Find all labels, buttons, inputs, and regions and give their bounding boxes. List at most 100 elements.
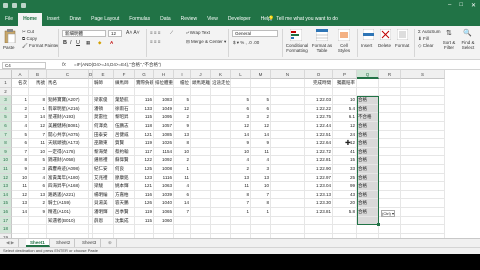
cell-n13[interactable] [271,182,305,191]
cell-c7[interactable]: 開心共享(A075) [47,130,89,140]
cell-r6[interactable] [379,122,401,131]
cell-a4[interactable]: 2 [12,104,29,114]
row-header[interactable]: 1 [0,79,12,88]
italic-button[interactable]: I [70,40,72,46]
cell-g8[interactable]: 119 [135,139,154,148]
cell-a10[interactable]: 8 [12,156,29,165]
cell-l11[interactable]: 2 [231,165,251,174]
cell-i15[interactable]: 14 [174,199,191,208]
cell-a12[interactable]: 10 [12,173,29,183]
cell-l12[interactable]: 13 [231,173,251,183]
cell-styles-icon[interactable] [338,29,350,41]
cell-m13[interactable]: 10 [251,182,271,191]
cell-a3[interactable]: 1 [12,96,29,105]
cell-f12[interactable]: 廖康銘 [114,173,135,183]
column-header-c[interactable]: C [47,70,89,79]
cell-f2[interactable] [114,87,135,97]
fill-handle[interactable] [377,223,380,227]
cell-o9[interactable]: 1:22.72 [305,147,333,157]
cell-i5[interactable]: 2 [174,113,191,122]
cell-q16[interactable]: 合格 [357,208,379,217]
column-header-e[interactable]: E [93,70,114,79]
underline-button[interactable]: U [76,40,80,46]
cell-m17[interactable] [251,216,271,226]
cell-r13[interactable] [379,182,401,191]
find-select-icon[interactable]: 🔍 [463,29,472,37]
cell-b1[interactable]: 馬號 [29,79,47,88]
row-header[interactable]: 3 [0,96,12,105]
cell-f1[interactable]: 練馬師 [114,79,135,88]
sheet-tab-sheet3[interactable]: Sheet3 [78,239,102,247]
cell-c4[interactable]: 翡翠明星(A216) [47,104,89,114]
paste-options-button[interactable]: (Ctrl) ▾ [381,209,395,217]
cell-p11[interactable]: 33 [333,165,357,174]
cell-s16[interactable] [401,208,445,217]
cell-o1[interactable]: 完成時間 [305,79,333,88]
cell-r11[interactable] [379,165,401,174]
cell-e11[interactable]: 紀仁安 [93,165,114,174]
cell-a17[interactable] [12,216,29,226]
paste-label[interactable]: Paste [3,45,15,50]
delete-cells-icon[interactable] [380,29,391,40]
sheet-nav-arrows[interactable]: ◀ ▶ [2,239,20,247]
cell-c1[interactable]: 馬名 [47,79,89,88]
cell-o5[interactable]: 1:22.75 [305,113,333,122]
cell-m1[interactable] [251,79,271,88]
cell-m9[interactable]: 11 [251,147,271,157]
column-header-g[interactable]: G [135,70,154,79]
cell-h10[interactable]: 1092 [154,156,174,165]
font-size-select[interactable]: 12 [108,30,122,37]
cell-k7[interactable] [211,130,231,140]
cell-o15[interactable]: 1:23.30 [305,199,333,208]
tab-page-layout[interactable]: Page Layout [86,13,124,26]
cell-f14[interactable]: 方嘉柏 [114,190,135,200]
font-grow-shrink[interactable]: A˄ A˅ [126,30,140,36]
cell-r5[interactable] [379,113,401,122]
cell-n16[interactable] [271,208,305,217]
cell-s6[interactable] [401,122,445,131]
cell-o12[interactable]: 1:22.97 [305,173,333,183]
cell-g3[interactable]: 116 [135,96,154,105]
cell-a5[interactable]: 3 [12,113,29,122]
cell-i10[interactable]: 2 [174,156,191,165]
cell-s12[interactable] [401,173,445,183]
cell-j16[interactable] [191,208,211,217]
cell-l17[interactable] [231,216,251,226]
cell-o17[interactable] [305,216,333,226]
cell-j11[interactable] [191,165,211,174]
cell-i14[interactable]: 6 [174,190,191,200]
cell-n18[interactable] [271,225,305,234]
column-header-q[interactable]: Q [357,70,379,79]
cell-c9[interactable]: 一定得(A178) [47,147,89,157]
cell-k18[interactable] [211,225,231,234]
cell-r17[interactable] [379,216,401,226]
cell-e15[interactable]: 貝湯美 [93,199,114,208]
cell-i12[interactable]: 11 [174,173,191,183]
cell-q2[interactable] [357,87,379,97]
cell-p12[interactable]: 25 [333,173,357,183]
cell-n11[interactable] [271,165,305,174]
cell-o4[interactable]: 1:22.22 [305,104,333,114]
cell-q9[interactable]: 合格 [357,147,379,157]
cell-k5[interactable] [211,113,231,122]
cell-c16[interactable]: 精進(A101) [47,208,89,217]
cell-l9[interactable]: 10 [231,147,251,157]
cell-a6[interactable]: 4 [12,122,29,131]
cell-l3[interactable]: 5 [231,96,251,105]
column-header-r[interactable]: R [379,70,401,79]
cell-a14[interactable]: 12 [12,190,29,200]
cell-q15[interactable]: 合格 [357,199,379,208]
cell-g18[interactable] [135,225,154,234]
cell-s18[interactable] [401,225,445,234]
cell-p14[interactable]: 43 [333,190,357,200]
cell-h4[interactable]: 1049 [154,104,174,114]
row-header[interactable]: 15 [0,199,12,208]
row-header[interactable]: 12 [0,173,12,183]
column-header-l[interactable]: L [231,70,251,79]
cell-j12[interactable] [191,173,211,183]
bold-button[interactable]: B [63,40,67,46]
cell-j14[interactable] [191,190,211,200]
cell-a1[interactable]: 名次 [12,79,29,88]
cell-k14[interactable] [211,190,231,200]
cell-g11[interactable]: 125 [135,165,154,174]
